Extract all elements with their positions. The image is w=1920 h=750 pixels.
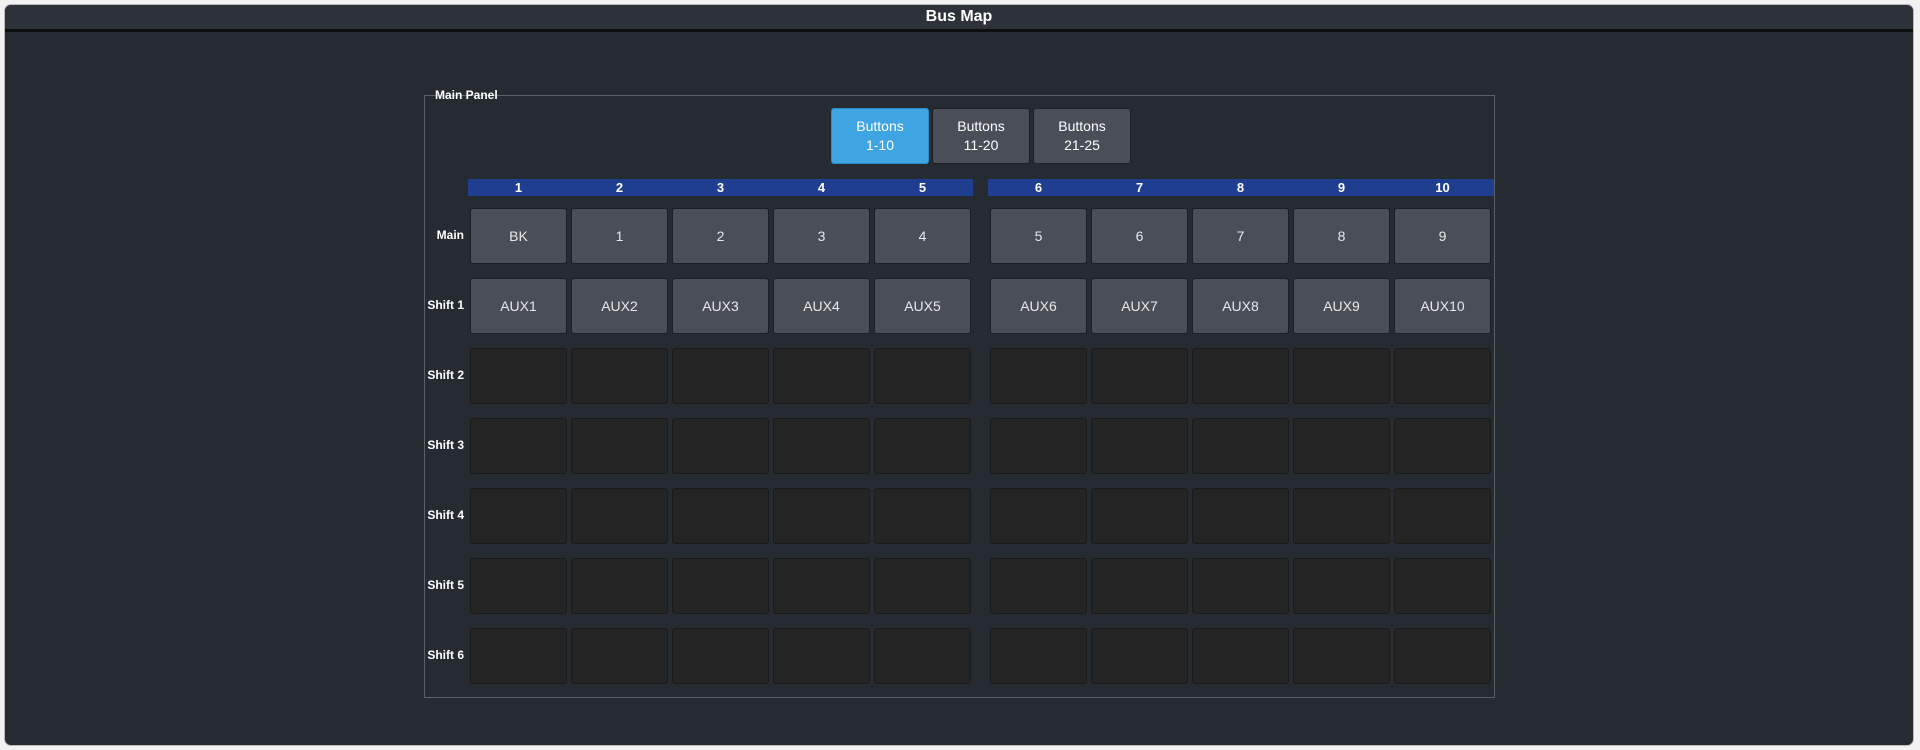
column-number: 7 — [1135, 180, 1144, 195]
bus-button[interactable] — [1293, 558, 1390, 614]
bus-button[interactable] — [1192, 488, 1289, 544]
page-button-range: 11-20 — [963, 137, 999, 153]
row-label: Shift 4 — [427, 508, 464, 522]
page-button-range: 21-25 — [1064, 137, 1100, 153]
bus-button[interactable] — [672, 628, 769, 684]
bus-button[interactable]: 4 — [874, 208, 971, 264]
row-label: Main — [436, 228, 464, 242]
column-number: 5 — [918, 180, 927, 195]
bus-button[interactable] — [990, 488, 1087, 544]
bus-button[interactable] — [773, 628, 870, 684]
row-label: Shift 2 — [427, 368, 464, 382]
bus-button[interactable] — [1394, 488, 1491, 544]
bus-button[interactable] — [470, 488, 567, 544]
bus-button[interactable] — [1091, 348, 1188, 404]
bus-button[interactable] — [874, 628, 971, 684]
bus-button[interactable]: AUX3 — [672, 278, 769, 334]
bus-button[interactable]: BK — [470, 208, 567, 264]
page-button-label: Buttons — [856, 118, 904, 134]
bus-button[interactable]: AUX4 — [773, 278, 870, 334]
bus-button[interactable]: 1 — [571, 208, 668, 264]
bus-button[interactable] — [1293, 418, 1390, 474]
bus-button[interactable] — [470, 628, 567, 684]
page-button-range: 1-10 — [865, 137, 895, 153]
bus-button[interactable] — [1394, 628, 1491, 684]
bus-button[interactable] — [1293, 488, 1390, 544]
bus-button[interactable] — [571, 418, 668, 474]
column-number: 2 — [615, 180, 624, 195]
window-title: Bus Map — [5, 5, 1913, 32]
bus-button[interactable] — [672, 418, 769, 474]
bus-button[interactable] — [1091, 558, 1188, 614]
bus-button[interactable] — [1192, 348, 1289, 404]
bus-button[interactable] — [1192, 418, 1289, 474]
row-label: Shift 3 — [427, 438, 464, 452]
bus-button[interactable]: AUX8 — [1192, 278, 1289, 334]
bus-button[interactable] — [874, 418, 971, 474]
bus-button[interactable]: 7 — [1192, 208, 1289, 264]
bus-button[interactable] — [990, 558, 1087, 614]
bus-button[interactable]: 2 — [672, 208, 769, 264]
bus-button[interactable]: 5 — [990, 208, 1087, 264]
bus-button[interactable]: 3 — [773, 208, 870, 264]
column-number: 3 — [716, 180, 725, 195]
bus-button[interactable] — [571, 348, 668, 404]
column-number: 1 — [514, 180, 523, 195]
bus-button[interactable] — [874, 558, 971, 614]
bus-button[interactable] — [773, 488, 870, 544]
row-label: Shift 5 — [427, 578, 464, 592]
column-number: 8 — [1236, 180, 1245, 195]
row-label: Shift 1 — [427, 298, 464, 312]
bus-button[interactable] — [571, 628, 668, 684]
bus-button[interactable] — [874, 348, 971, 404]
bus-button[interactable] — [773, 348, 870, 404]
bus-button[interactable] — [1394, 418, 1491, 474]
row-label: Shift 6 — [427, 648, 464, 662]
page-button-1-10[interactable]: Buttons 1-10 — [831, 108, 929, 164]
bus-button[interactable] — [990, 628, 1087, 684]
bus-button[interactable] — [1192, 558, 1289, 614]
column-number: 6 — [1034, 180, 1043, 195]
column-number: 4 — [817, 180, 826, 195]
bus-button[interactable] — [672, 558, 769, 614]
bus-button[interactable] — [1394, 558, 1491, 614]
column-number: 9 — [1337, 180, 1346, 195]
bus-button[interactable]: 9 — [1394, 208, 1491, 264]
bus-button[interactable] — [1091, 418, 1188, 474]
bus-button[interactable] — [672, 348, 769, 404]
bus-button[interactable] — [990, 348, 1087, 404]
bus-button[interactable]: AUX7 — [1091, 278, 1188, 334]
bus-button[interactable] — [773, 558, 870, 614]
column-number: 10 — [1435, 180, 1450, 195]
bus-button[interactable] — [470, 418, 567, 474]
bus-button[interactable]: AUX6 — [990, 278, 1087, 334]
bus-button[interactable]: AUX5 — [874, 278, 971, 334]
bus-button[interactable] — [874, 488, 971, 544]
page-button-21-25[interactable]: Buttons 21-25 — [1033, 108, 1131, 164]
bus-button[interactable] — [1091, 488, 1188, 544]
bus-button[interactable]: AUX1 — [470, 278, 567, 334]
page-button-label: Buttons — [1058, 118, 1106, 134]
bus-button[interactable]: AUX10 — [1394, 278, 1491, 334]
bus-button[interactable] — [1293, 348, 1390, 404]
bus-button[interactable]: AUX2 — [571, 278, 668, 334]
bus-button[interactable]: AUX9 — [1293, 278, 1390, 334]
bus-button[interactable] — [470, 348, 567, 404]
bus-button[interactable] — [1091, 628, 1188, 684]
bus-button[interactable] — [571, 488, 668, 544]
bus-button[interactable] — [1293, 628, 1390, 684]
bus-button[interactable] — [990, 418, 1087, 474]
bus-button[interactable] — [1394, 348, 1491, 404]
panel-legend: Main Panel — [435, 88, 498, 102]
bus-button[interactable]: 8 — [1293, 208, 1390, 264]
bus-button[interactable] — [672, 488, 769, 544]
bus-button[interactable] — [470, 558, 567, 614]
bus-button[interactable] — [571, 558, 668, 614]
bus-button[interactable] — [773, 418, 870, 474]
page-button-label: Buttons — [957, 118, 1005, 134]
bus-button[interactable]: 6 — [1091, 208, 1188, 264]
bus-button[interactable] — [1192, 628, 1289, 684]
page-button-11-20[interactable]: Buttons 11-20 — [932, 108, 1030, 164]
